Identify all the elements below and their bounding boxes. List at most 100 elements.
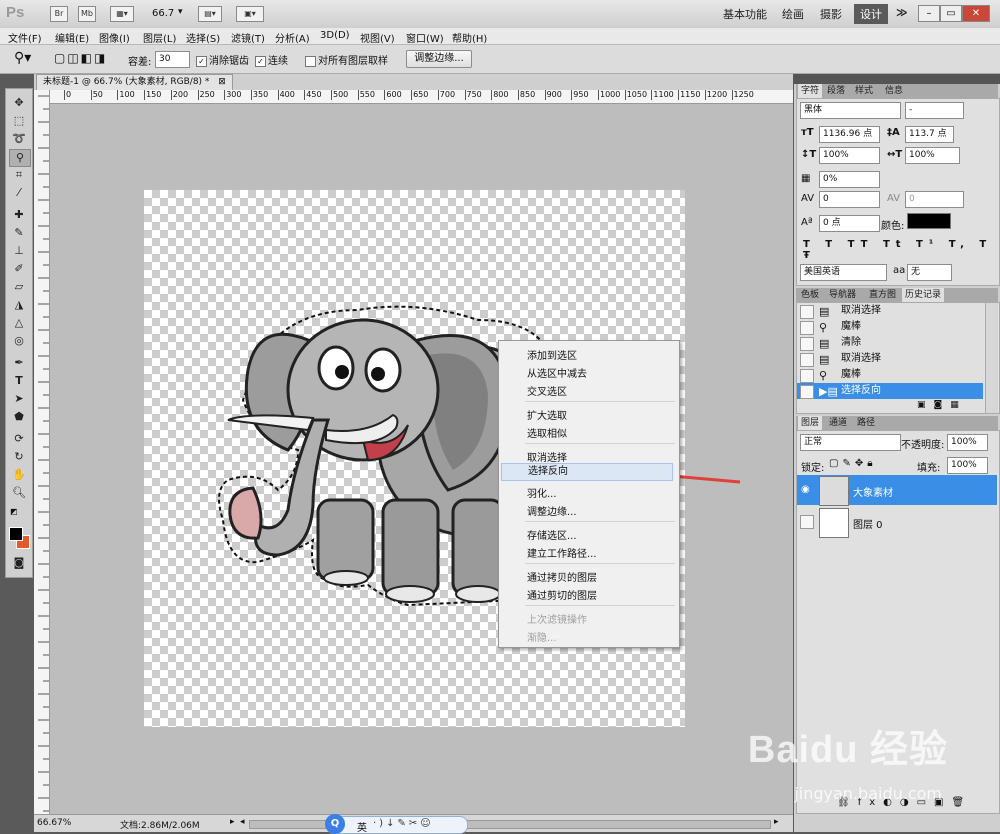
- type-tool-icon[interactable]: T: [9, 373, 29, 389]
- brush-tool-icon[interactable]: ✎: [9, 225, 29, 241]
- history-scrollbar[interactable]: [985, 303, 998, 413]
- history-item[interactable]: ▤ 取消选择: [797, 351, 983, 367]
- visibility-toggle[interactable]: [800, 515, 814, 529]
- foreground-color-swatch[interactable]: [9, 527, 23, 541]
- menu-3d[interactable]: 3D(D): [320, 30, 350, 41]
- close-icon[interactable]: ⊠: [218, 77, 226, 87]
- path-selection-icon[interactable]: ➤: [9, 391, 29, 407]
- text-color-swatch[interactable]: [907, 213, 951, 229]
- antialias-select[interactable]: 无: [907, 264, 952, 281]
- menu-item-layer-via-copy[interactable]: 通过拷贝的图层: [527, 569, 597, 584]
- restore-button[interactable]: ▭: [940, 5, 962, 22]
- menu-help[interactable]: 帮助(H): [452, 30, 487, 45]
- menu-item-save-selection[interactable]: 存储选区...: [527, 527, 577, 542]
- layer-row-selected[interactable]: ◉ 大象素材: [797, 475, 997, 506]
- menu-edit[interactable]: 编辑(E): [55, 30, 89, 45]
- lock-icons[interactable]: ▢✎✥🔒︎: [829, 458, 877, 469]
- tab-layers[interactable]: 图层: [798, 416, 823, 430]
- tolerance-input[interactable]: 30: [155, 51, 190, 68]
- tab-histogram[interactable]: 直方图: [866, 288, 899, 302]
- tracking-input[interactable]: 0: [905, 191, 964, 208]
- dodge-tool-icon[interactable]: ◎: [9, 333, 29, 349]
- tab-character[interactable]: 字符: [798, 84, 823, 98]
- font-size-input[interactable]: 1136.96 点: [819, 126, 880, 143]
- chevron-down-icon[interactable]: ▾: [178, 7, 183, 17]
- workspace-essentials[interactable]: 基本功能: [723, 6, 767, 22]
- eyedropper-tool-icon[interactable]: ⁄: [9, 185, 29, 201]
- workspace-photography[interactable]: 摄影: [820, 6, 842, 22]
- quick-mask-icon[interactable]: ◙: [9, 555, 29, 571]
- opacity-input[interactable]: 100%: [947, 434, 988, 451]
- tab-swatches[interactable]: 色板: [798, 288, 822, 302]
- font-family-select[interactable]: 黑体: [800, 102, 901, 119]
- close-button[interactable]: ✕: [962, 5, 990, 22]
- menu-item-feather[interactable]: 羽化...: [527, 485, 557, 500]
- tab-navigator[interactable]: 导航器: [826, 288, 859, 302]
- horizontal-scale-input[interactable]: 100%: [905, 147, 960, 164]
- menu-select[interactable]: 选择(S): [186, 30, 220, 45]
- menu-item-add-to-selection[interactable]: 添加到选区: [527, 347, 577, 362]
- default-colors-icon[interactable]: ◩: [10, 507, 18, 516]
- refine-edge-button[interactable]: 调整边缘...: [406, 50, 472, 68]
- more-workspaces-button[interactable]: ≫: [896, 6, 908, 19]
- menu-item-similar[interactable]: 选取相似: [527, 425, 567, 440]
- workspace-design[interactable]: 设计: [854, 4, 888, 24]
- status-menu-arrow-icon[interactable]: ▸: [230, 817, 235, 827]
- status-zoom[interactable]: 66.67%: [37, 818, 71, 828]
- tab-info[interactable]: 信息: [882, 84, 906, 98]
- menu-file[interactable]: 文件(F): [8, 30, 42, 45]
- history-item[interactable]: ▤ 取消选择: [797, 303, 983, 319]
- scroll-right-icon[interactable]: ▸: [774, 817, 779, 827]
- menu-item-subtract-from-selection[interactable]: 从选区中减去: [527, 365, 587, 380]
- history-item[interactable]: ⚲ 魔棒: [797, 319, 983, 335]
- kerning-input[interactable]: 0: [819, 191, 880, 208]
- menu-item-grow[interactable]: 扩大选取: [527, 407, 567, 422]
- selection-mode-icons[interactable]: ▢◫◧◨: [54, 51, 107, 65]
- marquee-tool-icon[interactable]: ⬚: [9, 113, 29, 129]
- lasso-tool-icon[interactable]: ➰: [9, 131, 29, 147]
- blur-tool-icon[interactable]: △: [9, 315, 29, 331]
- menu-view[interactable]: 视图(V): [360, 30, 395, 45]
- menu-window[interactable]: 窗口(W): [406, 30, 444, 45]
- 3d-orbit-icon[interactable]: ↻: [9, 449, 29, 465]
- tracking-ratio-input[interactable]: 0%: [819, 171, 880, 188]
- zoom-level[interactable]: 66.7: [152, 8, 174, 19]
- menu-item-deselect[interactable]: 取消选择: [527, 449, 567, 464]
- tab-styles[interactable]: 样式: [852, 84, 876, 98]
- screen-mode-button[interactable]: ▣▾: [236, 6, 264, 22]
- tab-paths[interactable]: 路径: [854, 416, 878, 430]
- zoom-tool-icon[interactable]: 🔍︎: [9, 485, 29, 501]
- eraser-tool-icon[interactable]: ▱: [9, 279, 29, 295]
- document-tab[interactable]: 未标题-1 @ 66.7% (大象素材, RGB/8) * ⊠: [36, 74, 233, 90]
- vertical-scale-input[interactable]: 100%: [819, 147, 880, 164]
- history-footer-icons[interactable]: ▣◙▦: [917, 400, 967, 410]
- layer-name[interactable]: 大象素材: [853, 484, 893, 499]
- fill-input[interactable]: 100%: [947, 457, 988, 474]
- menu-item-make-work-path[interactable]: 建立工作路径...: [527, 545, 597, 560]
- eye-icon[interactable]: ◉: [801, 484, 810, 495]
- menu-filter[interactable]: 滤镜(T): [231, 30, 265, 45]
- paint-bucket-icon[interactable]: ◮: [9, 297, 29, 313]
- ime-toolbar[interactable]: Q 英 ·)↓✎✂☺: [325, 814, 468, 834]
- contiguous-checkbox[interactable]: ✓ 连续: [255, 52, 288, 67]
- healing-brush-icon[interactable]: ✚: [9, 207, 29, 223]
- workspace-painting[interactable]: 绘画: [782, 6, 804, 22]
- menu-analysis[interactable]: 分析(A): [275, 30, 310, 45]
- move-tool-icon[interactable]: ✥: [9, 95, 29, 111]
- leading-input[interactable]: 113.7 点: [905, 126, 954, 143]
- menu-layer[interactable]: 图层(L): [143, 30, 176, 45]
- baseline-shift-input[interactable]: 0 点: [819, 215, 880, 232]
- magic-wand-tool-icon[interactable]: ⚲: [9, 149, 31, 167]
- text-style-buttons[interactable]: T T TT Tt T¹ T, T Ŧ: [803, 239, 999, 261]
- history-brush-icon[interactable]: ✐: [9, 261, 29, 277]
- history-item[interactable]: ⚲ 魔棒: [797, 367, 983, 383]
- tab-paragraph[interactable]: 段落: [824, 84, 848, 98]
- menu-image[interactable]: 图像(I): [99, 30, 130, 45]
- arrange-documents-button[interactable]: ▤▾: [198, 6, 222, 22]
- crop-tool-icon[interactable]: ⌗: [9, 167, 29, 183]
- pen-tool-icon[interactable]: ✒: [9, 355, 29, 371]
- clone-stamp-icon[interactable]: ⊥: [9, 243, 29, 259]
- history-item[interactable]: ▤ 清除: [797, 335, 983, 351]
- layer-row[interactable]: 图层 0: [797, 507, 997, 538]
- magic-wand-icon[interactable]: ⚲▾: [14, 50, 31, 66]
